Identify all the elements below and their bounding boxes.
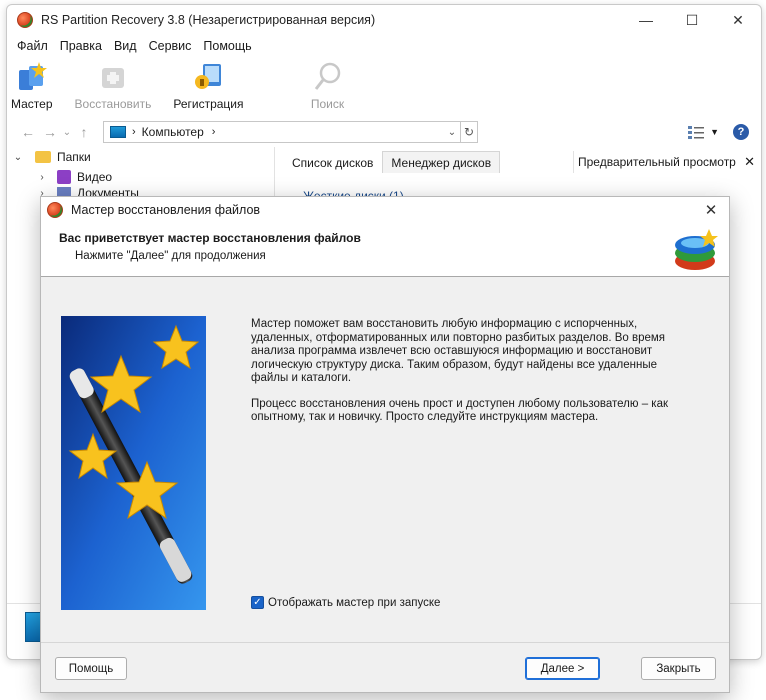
refresh-icon[interactable]: ↻ xyxy=(460,121,478,143)
description-paragraph-1: Мастер поможет вам восстановить любую ин… xyxy=(251,318,666,384)
disk-tabs: Список дисков Менеджер дисков xyxy=(283,151,501,173)
wizard-label: Мастер xyxy=(11,97,53,111)
tab-disk-list[interactable]: Список дисков xyxy=(283,151,383,173)
registration-button[interactable]: Регистрация xyxy=(173,60,244,111)
tree-item-video[interactable]: › Видео xyxy=(7,167,274,187)
registration-icon xyxy=(190,60,226,94)
show-wizard-option[interactable]: ✓ Отображать мастер при запуске xyxy=(251,596,440,609)
wizard-icon xyxy=(14,60,50,94)
chevron-down-icon[interactable]: ⌄ xyxy=(11,152,25,163)
close-button[interactable]: ✕ xyxy=(715,5,761,35)
restore-icon xyxy=(95,60,131,94)
wizard-dialog: Мастер восстановления файлов ✕ Вас приве… xyxy=(40,196,730,693)
help-icon[interactable]: ? xyxy=(733,124,749,140)
menu-help[interactable]: Помощь xyxy=(197,39,257,53)
app-icon xyxy=(17,12,33,28)
app-icon xyxy=(47,202,63,218)
dialog-close-icon[interactable]: ✕ xyxy=(693,201,729,219)
preview-title: Предварительный просмотр xyxy=(578,155,736,169)
show-wizard-checkbox[interactable]: ✓ xyxy=(251,596,264,609)
dialog-footer: Помощь Далее > Закрыть xyxy=(41,642,729,692)
dialog-title: Мастер восстановления файлов xyxy=(71,203,261,217)
chevron-right-icon[interactable]: › xyxy=(35,172,49,183)
title-bar: RS Partition Recovery 3.8 (Незарегистрир… xyxy=(7,5,761,35)
tree-item-label: Видео xyxy=(77,170,113,184)
close-dialog-button[interactable]: Закрыть xyxy=(641,657,716,680)
dialog-body: Мастер поможет вам восстановить любую ин… xyxy=(41,278,729,644)
dialog-heading: Вас приветствует мастер восстановления ф… xyxy=(59,231,361,245)
menu-service[interactable]: Сервис xyxy=(143,39,198,53)
address-field[interactable]: › Компьютер › ⌄ xyxy=(103,121,461,143)
magic-wand-illustration xyxy=(61,316,206,610)
toolbar: Мастер Восстановить Регистрация Поиск xyxy=(7,57,761,117)
dialog-title-bar: Мастер восстановления файлов ✕ xyxy=(41,197,729,223)
window-controls: — ☐ ✕ xyxy=(623,5,761,35)
show-wizard-label: Отображать мастер при запуске xyxy=(268,596,441,609)
window-title: RS Partition Recovery 3.8 (Незарегистрир… xyxy=(41,13,376,27)
dialog-description: Мастер поможет вам восстановить любую ин… xyxy=(251,318,691,437)
search-icon xyxy=(310,60,346,94)
restore-label: Восстановить xyxy=(74,97,152,111)
close-icon[interactable]: ✕ xyxy=(744,154,755,170)
minimize-button[interactable]: — xyxy=(623,5,669,35)
wizard-button[interactable]: Мастер xyxy=(11,60,53,111)
computer-icon xyxy=(110,126,126,138)
address-dropdown-icon[interactable]: ⌄ xyxy=(444,127,460,138)
search-button[interactable]: Поиск xyxy=(310,60,346,111)
up-arrow-icon[interactable]: ↑ xyxy=(73,124,95,140)
history-chevron-icon[interactable]: ⌄ xyxy=(61,127,73,138)
dialog-subheading: Нажмите "Далее" для продолжения xyxy=(75,250,266,262)
maximize-button[interactable]: ☐ xyxy=(669,5,715,35)
view-controls: ▼ ? xyxy=(688,124,749,140)
breadcrumb-chevron-icon: › xyxy=(211,126,216,138)
back-arrow-icon[interactable]: ← xyxy=(17,124,39,140)
view-mode-icon[interactable] xyxy=(688,125,705,139)
registration-label: Регистрация xyxy=(173,97,244,111)
description-paragraph-2: Процесс восстановления очень прост и дос… xyxy=(251,397,669,424)
folder-icon xyxy=(35,151,51,163)
next-button[interactable]: Далее > xyxy=(525,657,600,680)
preview-pane-header: Предварительный просмотр ✕ xyxy=(573,151,761,173)
menu-bar: Файл Правка Вид Сервис Помощь xyxy=(7,35,761,57)
menu-file[interactable]: Файл xyxy=(11,39,54,53)
view-dropdown-icon[interactable]: ▼ xyxy=(710,127,719,137)
breadcrumb-chevron-icon: › xyxy=(132,126,136,138)
address-location: Компьютер xyxy=(141,125,204,139)
tree-item-label: Папки xyxy=(57,150,91,164)
restore-button[interactable]: Восстановить xyxy=(74,60,152,111)
menu-edit[interactable]: Правка xyxy=(54,39,108,53)
forward-arrow-icon[interactable]: → xyxy=(39,124,61,140)
tab-disk-manager[interactable]: Менеджер дисков xyxy=(382,151,501,173)
search-label: Поиск xyxy=(310,97,345,111)
tree-item-folders[interactable]: ⌄ Папки xyxy=(7,147,274,167)
help-button[interactable]: Помощь xyxy=(55,657,127,680)
product-logo-icon xyxy=(675,229,718,270)
address-bar: ← → ⌄ ↑ › Компьютер › ⌄ ↻ ▼ ? xyxy=(7,117,761,147)
dialog-header: Вас приветствует мастер восстановления ф… xyxy=(41,223,729,277)
video-icon xyxy=(57,170,71,184)
menu-view[interactable]: Вид xyxy=(108,39,143,53)
